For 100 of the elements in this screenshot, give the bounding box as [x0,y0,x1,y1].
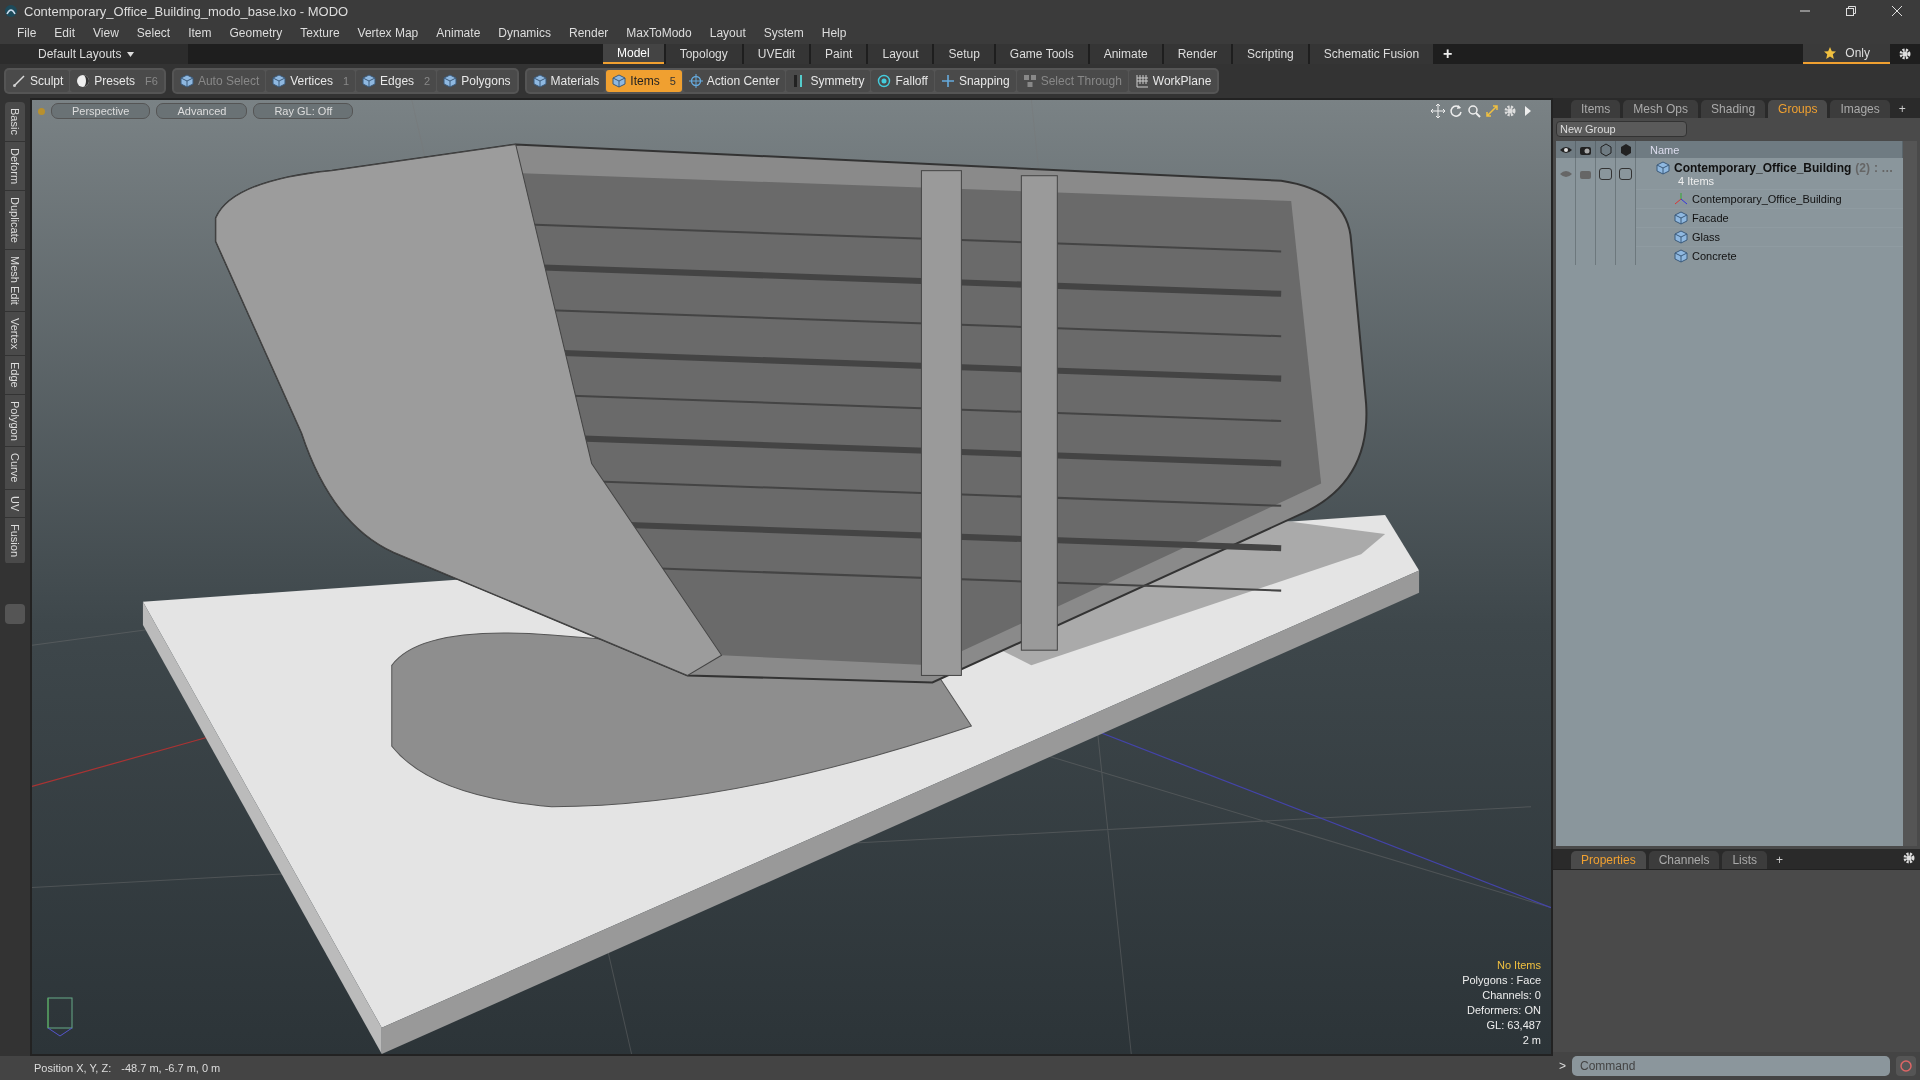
tool-button[interactable]: Action Center [682,70,786,92]
layout-tab[interactable]: UVEdit [743,44,810,64]
side-tab[interactable]: Duplicate [5,190,25,250]
panel-tab[interactable]: Properties [1571,851,1646,869]
viewport-settings-icon[interactable] [1503,104,1517,118]
layout-tab[interactable]: Render [1163,44,1232,64]
add-tab-button[interactable]: + [1892,102,1912,118]
viewport-option-button[interactable]: Advanced [156,103,248,119]
tree-item[interactable]: Concrete [1692,250,1737,262]
mesh-icon [1674,249,1688,263]
menu-item[interactable]: File [8,26,46,40]
only-button[interactable]: Only [1803,44,1890,64]
maximize-icon[interactable] [1485,104,1499,118]
layout-tab[interactable]: Layout [868,44,933,64]
layout-tab[interactable]: Scripting [1233,44,1308,64]
menu-item[interactable]: Item [179,26,221,40]
group-name[interactable]: Contemporary_Office_Building [1674,161,1852,175]
side-tab[interactable]: Polygon [5,394,25,448]
side-tab[interactable]: Mesh Edit [5,249,25,312]
panel-tab[interactable]: Images [1830,100,1890,118]
sphere-icon [76,74,91,88]
tool-button[interactable]: Edges 2 [356,70,437,92]
group-icon [1656,161,1670,175]
snapping-icon [940,74,955,88]
record-icon[interactable] [1899,1059,1913,1073]
tool-button[interactable]: Vertices 1 [266,70,356,92]
layout-tab[interactable]: Model [603,44,664,64]
side-tab[interactable]: Fusion [5,518,25,565]
viewport-option-button[interactable]: Ray GL: Off [253,103,354,119]
panel-tab[interactable]: Lists [1722,851,1768,869]
lock-checkbox[interactable] [1599,167,1612,180]
side-tab[interactable]: Curve [5,447,25,490]
tool-button[interactable]: Snapping [934,70,1016,92]
layout-tab[interactable]: Paint [811,44,867,64]
crosshair-icon [688,74,703,88]
star-icon [1823,46,1838,60]
settings-icon[interactable] [1898,47,1912,61]
caret-icon [127,51,135,57]
ring-icon [877,74,892,88]
layout-tab[interactable]: Setup [934,44,994,64]
layout-tab[interactable]: Topology [665,44,742,64]
menu-item[interactable]: Help [812,26,856,40]
panel-settings-icon[interactable] [1902,851,1916,865]
viewport-indicator-icon [38,107,45,115]
menu-item[interactable]: MaxToModo [617,26,701,40]
tree-item[interactable]: Contemporary_Office_Building [1692,193,1842,205]
select-checkbox[interactable] [1619,167,1632,180]
viewport-info-text: GL: 63,487 [1486,1018,1541,1033]
column-header: Name [1636,141,1903,158]
tool-button[interactable]: Materials [526,70,606,92]
menu-item[interactable]: View [84,26,128,40]
menu-item[interactable]: Layout [700,26,755,40]
menu-item[interactable]: Animate [427,26,490,40]
side-tab[interactable]: Vertex [5,311,25,356]
menu-item[interactable]: Select [127,26,180,40]
move-icon[interactable] [1431,104,1445,118]
panel-tab[interactable]: Items [1571,100,1621,118]
add-tab-button[interactable]: + [1435,44,1461,64]
layout-tab[interactable]: Game Tools [995,44,1088,64]
tool-button[interactable]: Items 5 [606,70,682,92]
tool-button[interactable]: WorkPlane [1128,70,1218,92]
viewport-option-button[interactable]: Perspective [51,103,151,119]
menu-item[interactable]: Geometry [220,26,292,40]
brush-icon [12,74,26,88]
tree-item[interactable]: Glass [1692,231,1721,243]
panel-tab[interactable]: Mesh Ops [1623,100,1699,118]
side-tab[interactable]: Basic [5,102,25,142]
tool-button[interactable]: Sculpt [6,70,70,92]
cube-icon [362,74,377,88]
panel-tab[interactable]: Groups [1768,100,1828,118]
layouts-dropdown[interactable]: Default Layouts [0,44,188,64]
group-subtitle: 4 Items [1677,175,1716,187]
cube-icon [443,74,458,88]
menu-item[interactable]: Edit [45,26,85,40]
side-tab[interactable]: Deform [5,141,25,191]
tool-button[interactable]: Presets F6 [70,70,164,92]
tool-button[interactable]: Symmetry [786,70,871,92]
command-field[interactable]: Command [1572,1056,1890,1076]
mesh-icon [1674,230,1688,244]
side-toggle-button[interactable] [5,604,25,625]
rotate-icon[interactable] [1449,104,1463,118]
tool-button[interactable]: Polygons [437,70,517,92]
viewport-info-text: Polygons : Face [1462,973,1541,988]
tool-button[interactable]: Falloff [871,70,934,92]
layout-tab[interactable]: Schematic Fusion [1309,44,1434,64]
grid-icon [1134,74,1149,88]
search-icon[interactable] [1467,104,1481,118]
menu-item[interactable]: Render [560,26,618,40]
panel-tab[interactable]: Channels [1648,851,1720,869]
add-tab-button[interactable]: + [1770,853,1790,869]
panel-tab[interactable]: Shading [1701,100,1766,118]
side-tab[interactable]: UV [5,489,25,519]
menu-item[interactable]: Texture [291,26,349,40]
layout-tab[interactable]: Animate [1089,44,1162,64]
menu-item[interactable]: Vertex Map [348,26,428,40]
menu-item[interactable]: System [754,26,813,40]
new-group-button[interactable]: New Group [1556,121,1687,137]
side-tab[interactable]: Edge [5,355,25,395]
menu-item[interactable]: Dynamics [489,26,560,40]
tree-item[interactable]: Facade [1692,212,1729,224]
